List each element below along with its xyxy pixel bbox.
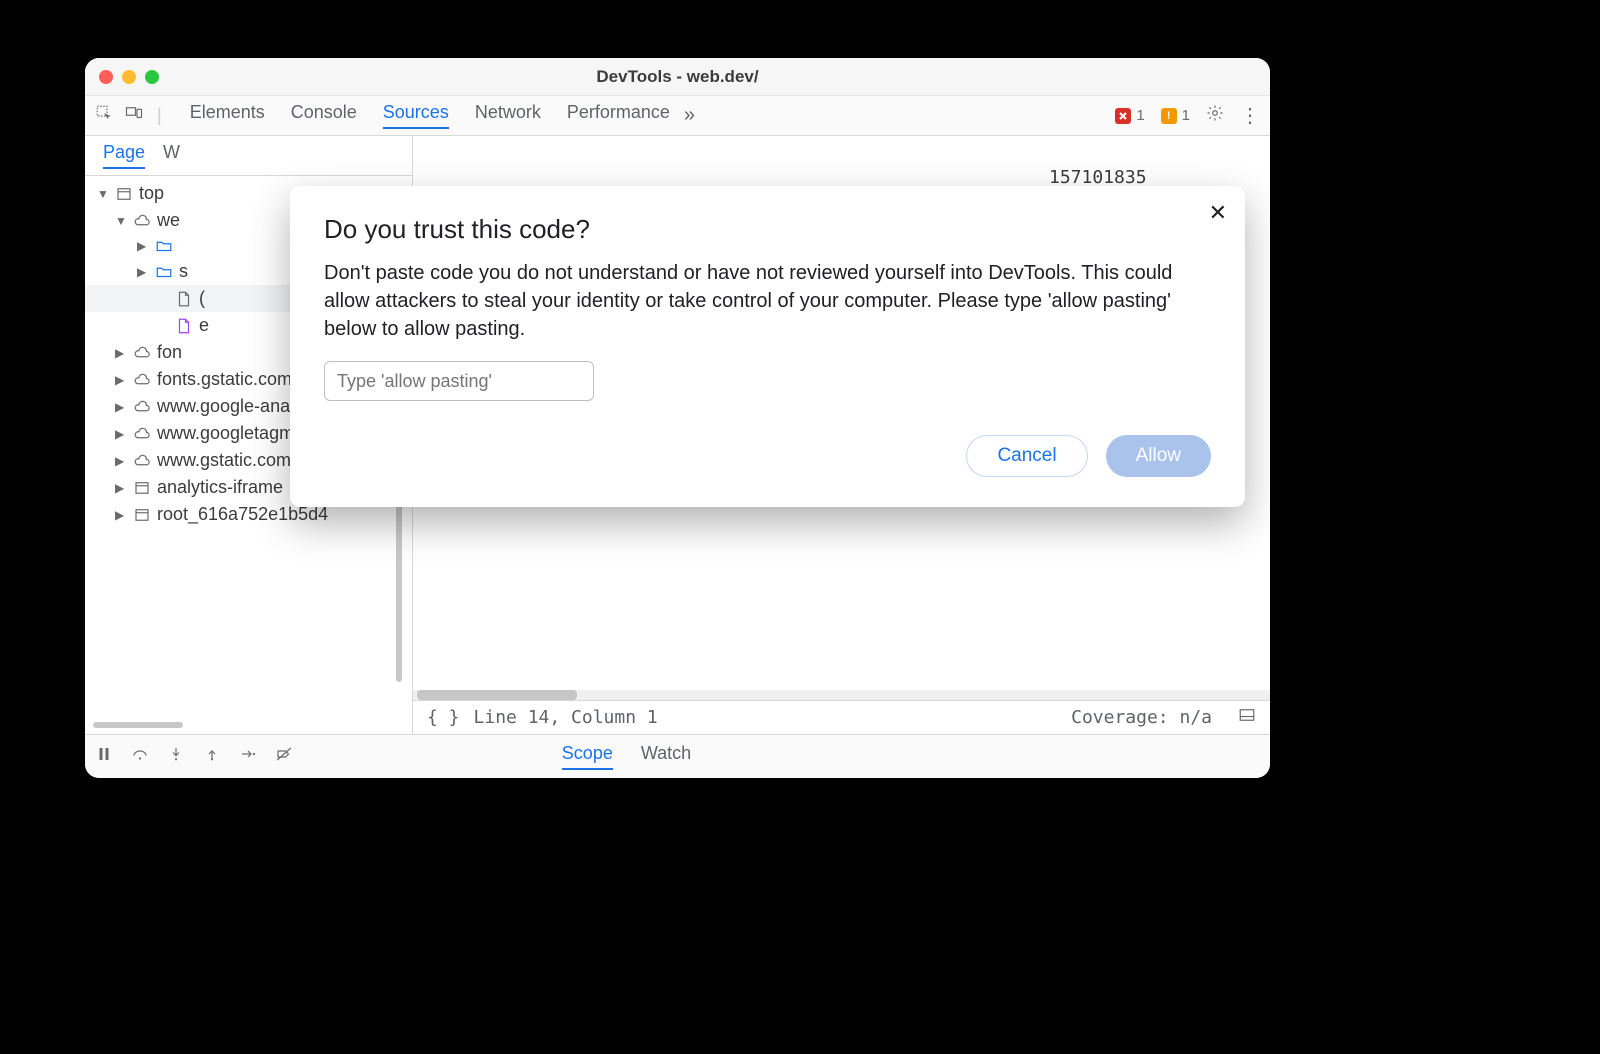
coverage-status: Coverage: n/a <box>1071 707 1212 728</box>
file-icon <box>175 317 193 335</box>
step-icon[interactable] <box>239 745 257 768</box>
drawer-tab-watch[interactable]: Watch <box>641 743 691 770</box>
tree-item-label: fonts.gstatic.com <box>157 369 292 390</box>
debugger-toolbar: Scope Watch <box>85 734 1270 778</box>
kebab-menu-icon[interactable]: ⋮ <box>1240 103 1260 128</box>
devtools-window: DevTools - web.dev/ | ElementsConsoleSou… <box>85 58 1270 778</box>
cloud-icon <box>133 425 151 443</box>
panel-tab-sources[interactable]: Sources <box>383 102 449 129</box>
cloud-icon <box>133 212 151 230</box>
tree-item-label: we <box>157 210 180 231</box>
tree-item-label: e <box>199 315 209 336</box>
file-icon <box>175 290 193 308</box>
dialog-body: Don't paste code you do not understand o… <box>324 259 1211 343</box>
editor-horizontal-scrollbar[interactable] <box>413 690 1270 700</box>
folder-icon <box>155 263 173 281</box>
panel-tab-network[interactable]: Network <box>475 102 541 129</box>
chevron-right-icon: ▶ <box>137 239 149 253</box>
cloud-icon <box>133 344 151 362</box>
step-out-icon[interactable] <box>203 745 221 768</box>
panel-tab-console[interactable]: Console <box>291 102 357 129</box>
step-into-icon[interactable] <box>167 745 185 768</box>
chevron-down-icon: ▼ <box>97 187 109 201</box>
allow-button[interactable]: Allow <box>1106 435 1211 477</box>
tree-item-label: top <box>139 183 164 204</box>
warning-badge[interactable]: ! 1 <box>1161 107 1190 124</box>
tree-item-label: s <box>179 261 188 282</box>
gear-icon[interactable] <box>1206 104 1224 128</box>
cloud-icon <box>133 452 151 470</box>
cloud-icon <box>133 371 151 389</box>
sidebar-toggle-icon[interactable] <box>1238 706 1256 729</box>
close-icon[interactable]: ✕ <box>1209 200 1227 226</box>
cloud-icon <box>133 398 151 416</box>
chevron-right-icon: ▶ <box>115 481 127 495</box>
editor-status-bar: { } Line 14, Column 1 Coverage: n/a <box>413 700 1270 734</box>
trust-code-dialog: ✕ Do you trust this code? Don't paste co… <box>290 186 1245 507</box>
frame-icon <box>115 185 133 203</box>
line-number[interactable] <box>413 142 489 166</box>
subtab-page[interactable]: Page <box>103 142 145 169</box>
cancel-button[interactable]: Cancel <box>966 435 1087 477</box>
window-title: DevTools - web.dev/ <box>85 67 1270 87</box>
subtab-workspace[interactable]: W <box>163 142 180 169</box>
panel-tabs: Elements Console Sources Network Performance <box>190 102 670 129</box>
pause-icon[interactable] <box>95 745 113 768</box>
chevron-right-icon: ▶ <box>115 400 127 414</box>
deactivate-breakpoints-icon[interactable] <box>275 745 293 768</box>
chevron-down-icon: ▼ <box>115 214 127 228</box>
tree-item-label: ( <box>199 288 205 309</box>
devtools-toolbar: | ElementsConsoleSourcesNetworkPerforman… <box>85 96 1270 136</box>
chevron-right-icon: ▶ <box>115 454 127 468</box>
tree-item-label: fon <box>157 342 182 363</box>
tabs-overflow-icon[interactable]: » <box>684 104 695 127</box>
device-toolbar-icon[interactable] <box>125 104 143 127</box>
error-badge[interactable]: 1 <box>1115 107 1144 124</box>
panel-tab-elements[interactable]: Elements <box>190 102 265 129</box>
chevron-right-icon: ▶ <box>115 508 127 522</box>
frame-icon <box>133 479 151 497</box>
tree-item-label: root_616a752e1b5d4 <box>157 504 328 525</box>
tree-item-label: analytics-iframe <box>157 477 283 498</box>
panel-tab-performance[interactable]: Performance <box>567 102 670 129</box>
allow-pasting-input[interactable] <box>324 361 594 401</box>
cursor-position: Line 14, Column 1 <box>474 707 658 728</box>
code-line[interactable] <box>489 142 1270 166</box>
frame-icon <box>133 506 151 524</box>
sidebar-subtabs: Page W <box>85 136 412 176</box>
chevron-right-icon: ▶ <box>115 373 127 387</box>
chevron-right-icon: ▶ <box>115 346 127 360</box>
window-titlebar: DevTools - web.dev/ <box>85 58 1270 96</box>
inspect-element-icon[interactable] <box>95 104 113 127</box>
horizontal-scrollbar[interactable] <box>93 722 183 728</box>
chevron-right-icon: ▶ <box>115 427 127 441</box>
tree-item-label: www.gstatic.com <box>157 450 291 471</box>
folder-icon <box>155 237 173 255</box>
chevron-right-icon: ▶ <box>137 265 149 279</box>
drawer-tab-scope[interactable]: Scope <box>562 743 613 770</box>
step-over-icon[interactable] <box>131 745 149 768</box>
dialog-title: Do you trust this code? <box>324 214 1211 245</box>
pretty-print-icon[interactable]: { } <box>427 707 460 728</box>
drawer-tabs: Scope Watch <box>562 743 691 770</box>
